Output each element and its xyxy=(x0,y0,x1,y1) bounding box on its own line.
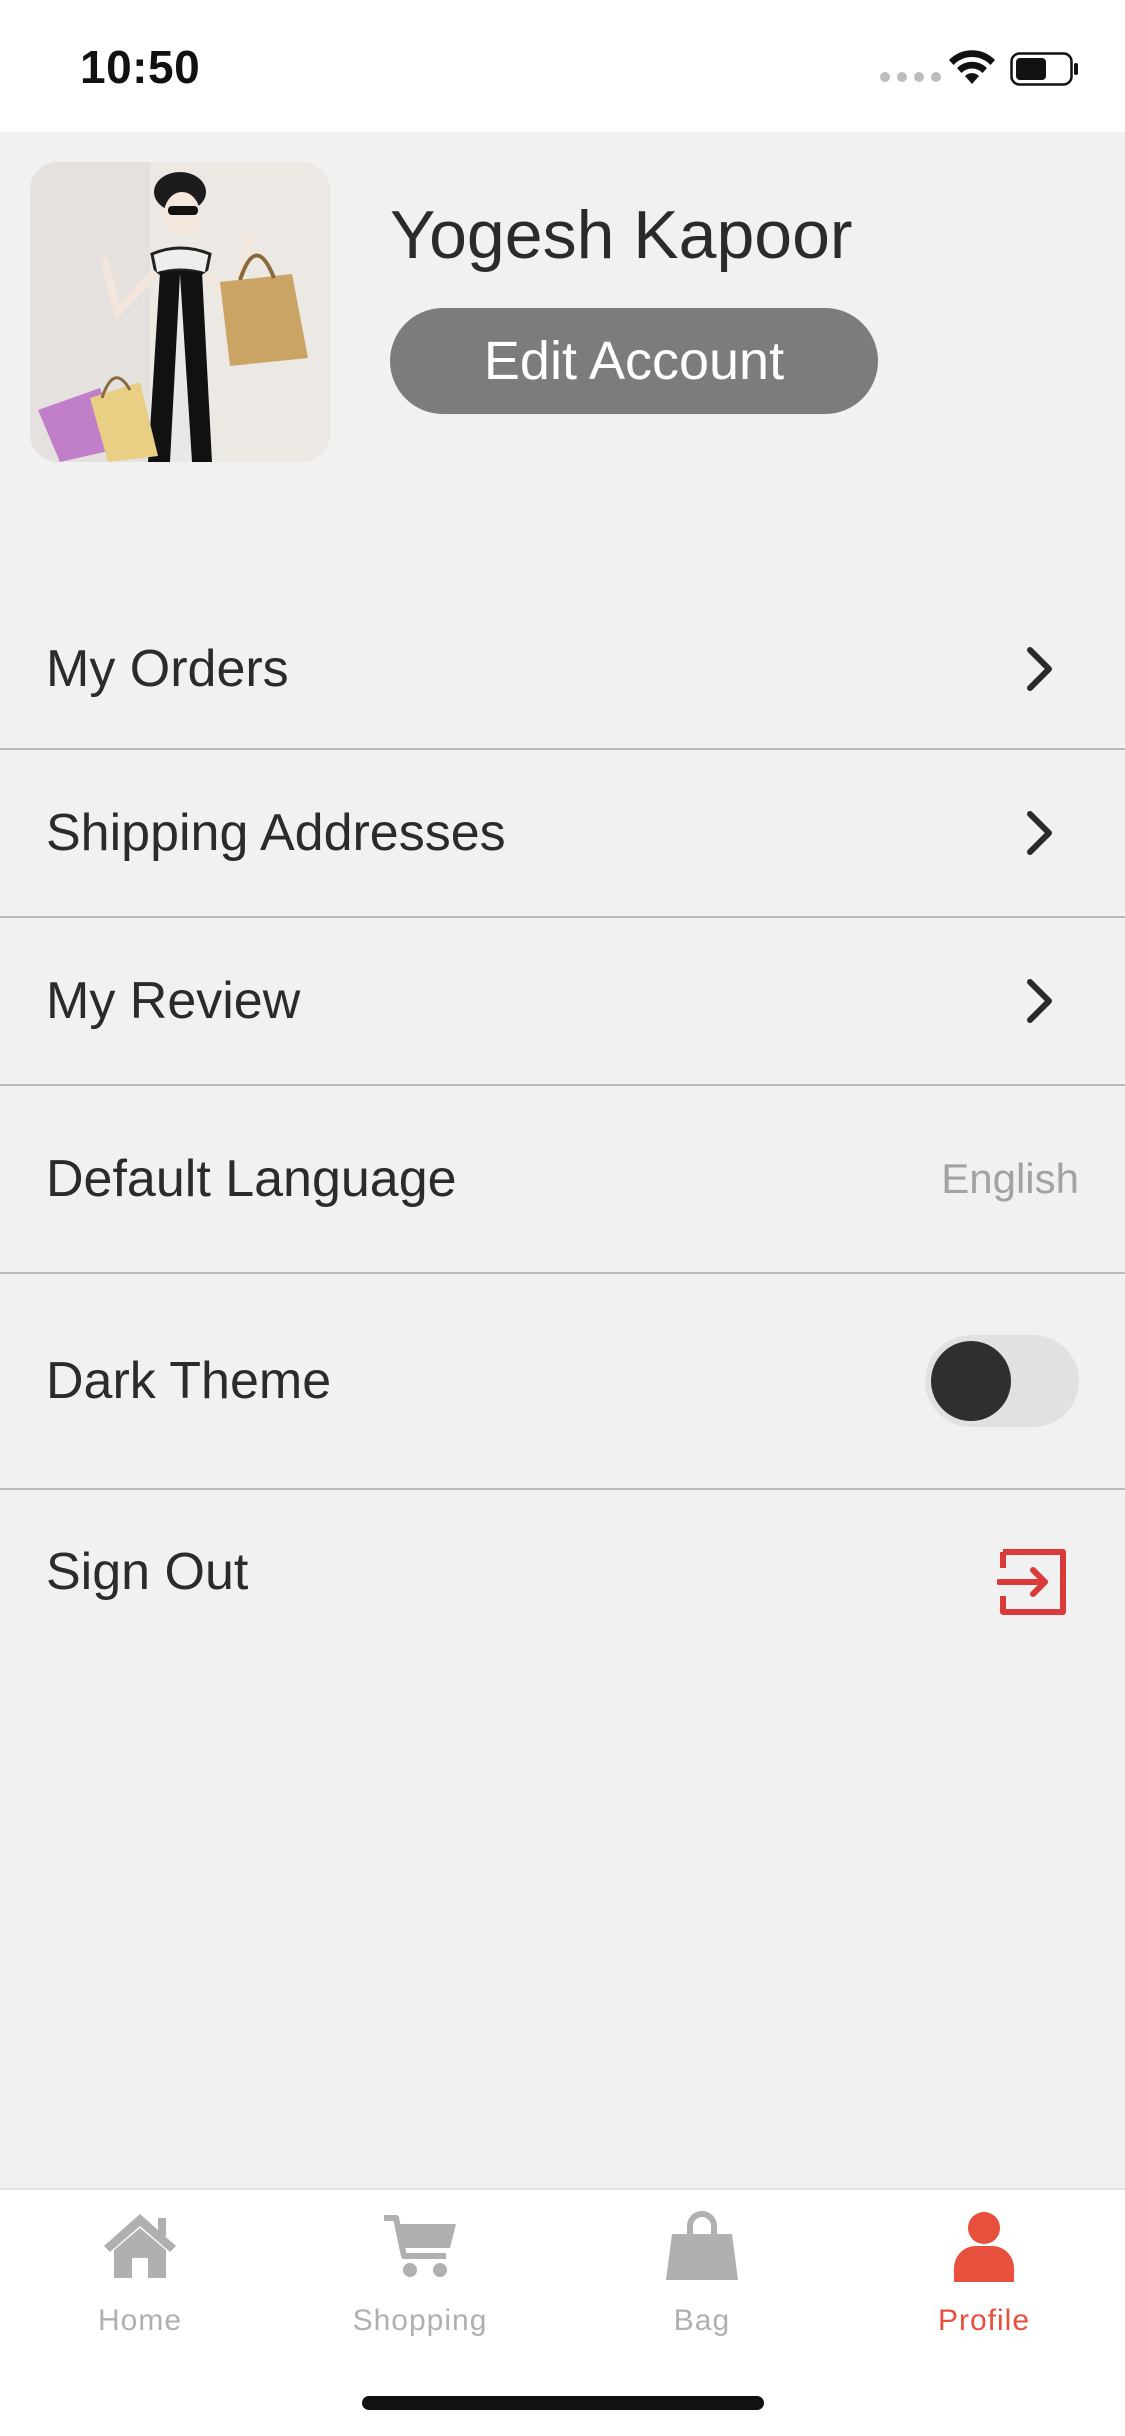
tab-home[interactable]: Home xyxy=(30,2210,250,2350)
chevron-right-icon xyxy=(1027,647,1052,691)
tab-profile[interactable]: Profile xyxy=(874,2210,1094,2350)
home-indicator xyxy=(362,2396,764,2410)
status-time: 10:50 xyxy=(80,41,201,93)
tab-label: Shopping xyxy=(352,2304,488,2337)
tab-label: Bag xyxy=(673,2304,731,2337)
menu-item-default-language[interactable]: Default Language English xyxy=(0,1086,1125,1274)
cellular-signal-icon xyxy=(880,72,941,82)
chevron-right-icon xyxy=(1027,811,1052,855)
profile-icon xyxy=(954,2212,1014,2282)
cart-icon xyxy=(384,2215,456,2277)
status-bar: 10:50 xyxy=(0,0,1125,132)
wifi-icon xyxy=(949,50,995,84)
profile-name: Yogesh Kapoor xyxy=(390,197,853,273)
tab-bag[interactable]: Bag xyxy=(592,2210,812,2350)
menu-item-label: My Review xyxy=(46,972,301,1030)
menu-item-sign-out[interactable]: Sign Out xyxy=(0,1490,1125,1658)
menu-item-dark-theme: Dark Theme xyxy=(0,1274,1125,1490)
toggle-knob xyxy=(931,1341,1011,1421)
menu-item-shipping-addresses[interactable]: Shipping Addresses xyxy=(0,750,1125,918)
menu-item-label: Sign Out xyxy=(46,1543,249,1601)
dark-theme-toggle[interactable] xyxy=(925,1335,1079,1427)
battery-icon xyxy=(1010,52,1078,86)
edit-account-button[interactable]: Edit Account xyxy=(390,308,878,414)
tab-label: Profile xyxy=(937,2304,1031,2337)
chevron-right-icon xyxy=(1027,979,1052,1023)
tab-label: Home xyxy=(97,2304,183,2337)
menu-item-my-review[interactable]: My Review xyxy=(0,918,1125,1086)
home-icon xyxy=(104,2214,176,2278)
menu-item-label: Default Language xyxy=(46,1150,457,1208)
bag-icon xyxy=(666,2211,738,2280)
menu-item-label: My Orders xyxy=(46,640,289,698)
menu-item-my-orders[interactable]: My Orders xyxy=(0,580,1125,750)
tab-shopping[interactable]: Shopping xyxy=(310,2210,530,2350)
menu-item-label: Shipping Addresses xyxy=(46,804,506,862)
avatar xyxy=(30,162,330,462)
language-value: English xyxy=(941,1155,1079,1202)
sign-out-icon[interactable] xyxy=(997,1546,1069,1618)
profile-photo-illustration xyxy=(30,162,330,462)
profile-screen: 10:50 Yogesh Kapoor Edit Account My Orde… xyxy=(0,0,1125,2436)
